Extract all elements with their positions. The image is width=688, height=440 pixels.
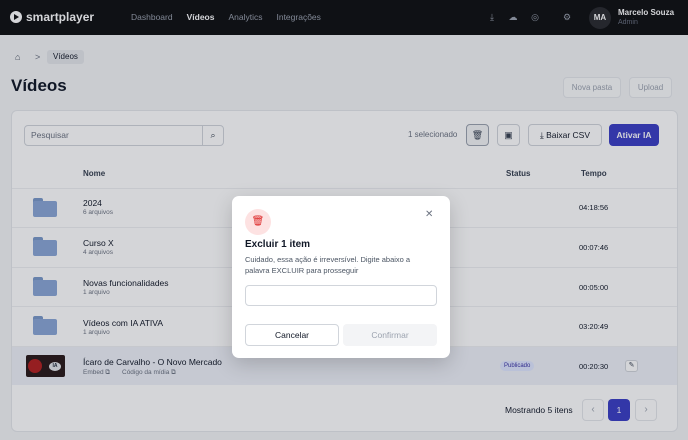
cancel-button[interactable]: Cancelar <box>245 324 339 346</box>
confirm-text-input[interactable] <box>245 285 437 306</box>
trash-icon: 🗑 <box>245 209 271 235</box>
modal-description: Cuidado, essa ação é irreversível. Digit… <box>245 255 411 275</box>
delete-modal: 🗑 ✕ Excluir 1 item Cuidado, essa ação é … <box>232 196 450 358</box>
close-icon[interactable]: ✕ <box>425 209 433 220</box>
confirm-button[interactable]: Confirmar <box>343 324 437 346</box>
modal-title: Excluir 1 item <box>245 239 311 250</box>
